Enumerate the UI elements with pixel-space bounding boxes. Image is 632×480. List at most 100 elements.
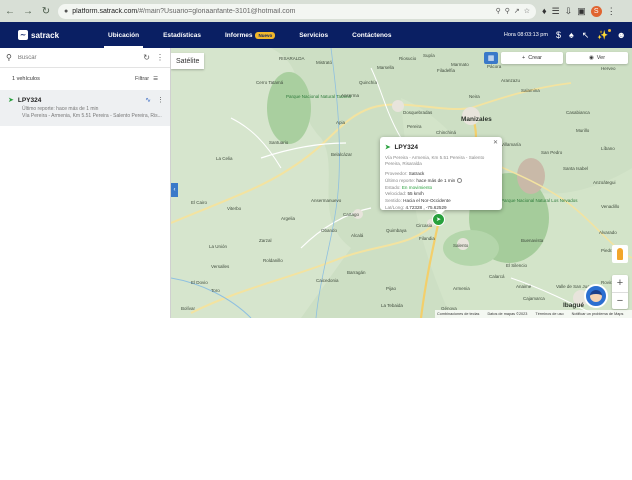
map-label: Armenia <box>453 286 470 291</box>
zoom-out-button[interactable]: − <box>612 291 628 310</box>
row-label: Último reporte: <box>385 178 416 184</box>
row-value: 55 km/h <box>407 191 424 197</box>
filter-icon: ☰ <box>153 76 158 82</box>
search-input[interactable] <box>17 54 138 61</box>
menu-informes[interactable]: Informes Nuevo <box>213 22 287 48</box>
map-view[interactable]: RISARALDA Cerro Tatamá Parque Nacional N… <box>171 48 632 318</box>
map-label: Quimbaya <box>386 228 407 233</box>
satrack-logo[interactable]: ∼ satrack <box>18 30 96 40</box>
plus-icon: + <box>522 55 526 61</box>
menu-contactenos[interactable]: Contáctenos <box>340 22 403 48</box>
menu-label: Estadísticas <box>163 31 201 39</box>
menu-servicios[interactable]: Servicios <box>287 22 340 48</box>
new-badge: Nuevo <box>255 31 276 39</box>
forward-icon[interactable]: → <box>22 5 34 17</box>
satellite-label: Satélite <box>176 57 200 65</box>
map-label: Bolívar <box>181 306 196 311</box>
map-label: Anaime <box>516 284 532 289</box>
attribution-link[interactable]: Notificar un problema de Maps <box>572 312 624 316</box>
map-label: Buenavista <box>521 238 544 243</box>
assistant-avatar[interactable] <box>584 284 608 308</box>
menu-ubicacion[interactable]: Ubicación <box>96 22 151 48</box>
download-icon[interactable]: ⇩ <box>565 6 573 17</box>
filter-button[interactable]: Filtrar ☰ <box>135 76 158 82</box>
map-label: Alcalá <box>351 233 364 238</box>
back-icon[interactable]: ← <box>4 5 16 17</box>
vehicle-menu-icon[interactable]: ⋮ <box>157 96 164 104</box>
logo-text: satrack <box>31 30 60 40</box>
magic-icon[interactable]: ✨ <box>597 28 611 41</box>
refresh-icon[interactable]: ↻ <box>143 53 150 62</box>
close-icon[interactable]: ✕ <box>493 139 498 146</box>
attribution-link[interactable]: Combinaciones de teclas <box>437 312 479 316</box>
layers-icon[interactable]: ▦ <box>484 52 498 64</box>
popup-address: Vía Pereira - Armenia, Km 5.51 Pereira -… <box>385 155 485 167</box>
row-value: Hacia el Nor-Occidente <box>403 198 451 203</box>
map-label: Villamaría <box>501 142 521 147</box>
extensions-icon[interactable]: ♦ <box>542 6 547 16</box>
collapse-sidebar-icon[interactable]: ‹ <box>171 183 178 197</box>
bell-icon[interactable]: ♠ <box>569 30 574 40</box>
url-text[interactable]: platform.satrack.com/#/main?Usuario=glor… <box>72 8 491 15</box>
notification-dot <box>607 28 611 32</box>
menu-estadisticas[interactable]: Estadísticas <box>151 22 213 48</box>
map-label: Manizales <box>461 116 492 123</box>
share-icon[interactable]: ↗ <box>514 7 520 15</box>
search-row: ⚲ ↻ ⋮ <box>0 48 170 68</box>
street-view-pegman-icon[interactable] <box>612 245 628 263</box>
url-path: /#/main?Usuario=gloriaanfante-3101@hotma… <box>137 7 296 15</box>
row-label: Proveedor: <box>385 171 408 177</box>
site-info-icon[interactable]: ● <box>64 8 68 15</box>
map-label: Marmato <box>451 62 469 67</box>
profile-avatar[interactable]: S <box>590 5 602 17</box>
map-label: Santa Isabel <box>563 166 589 171</box>
more-options-icon[interactable]: ⋮ <box>156 53 164 62</box>
map-label: Marsella <box>377 65 395 70</box>
zoom-in-button[interactable]: + <box>612 275 628 292</box>
pointer-icon[interactable]: ↖ <box>582 30 590 41</box>
vehicle-list-item[interactable]: ➤ LPY324 ∿ ⋮ Último reporte: hace más de… <box>0 90 170 126</box>
browser-menu-icon[interactable]: ⋮ <box>607 6 616 17</box>
zoom-icon[interactable]: ⚲ <box>505 7 510 15</box>
map-label: Viterbo <box>227 206 242 211</box>
key-icon[interactable]: ⚲ <box>496 7 501 15</box>
map-label: Apia <box>336 120 346 125</box>
signal-icon[interactable]: ∿ <box>145 96 151 104</box>
attribution-text: Datos de mapas ©2023 <box>487 312 528 316</box>
map-label: Aranzazu <box>501 78 521 83</box>
side-panel-icon[interactable]: ▣ <box>577 6 586 17</box>
popup-row-status: Estado: En movimiento <box>385 185 497 192</box>
main-menu: Ubicación Estadísticas Informes Nuevo Ser… <box>96 22 404 48</box>
reading-list-icon[interactable]: ☰ <box>552 6 560 17</box>
row-value: En movimiento <box>401 184 433 190</box>
vehicle-plate: LPY324 <box>17 96 42 104</box>
map-label: Riosucio <box>399 56 417 61</box>
map-label: Alvarado <box>599 230 617 235</box>
map-label: Circasia <box>416 223 433 228</box>
map-label: La Unión <box>209 244 228 249</box>
map-label: Salamina <box>521 88 540 93</box>
map-label: Cartago <box>343 212 360 217</box>
map-label: Líbano <box>601 146 615 151</box>
vehicle-marker-icon[interactable]: ➤ <box>432 213 445 226</box>
map-label: Cajamarca <box>523 296 545 301</box>
create-label: Crear <box>528 55 542 61</box>
map-label: Barragán <box>347 270 366 275</box>
reload-icon[interactable]: ↻ <box>40 5 52 17</box>
view-button[interactable]: ◉ Ver <box>566 52 628 64</box>
map-label: Calarcá <box>489 274 505 279</box>
dollar-icon[interactable]: $ <box>556 30 561 40</box>
address-bar[interactable]: ● platform.satrack.com/#/main?Usuario=gl… <box>58 3 536 19</box>
row-label: Sentido: <box>385 198 402 203</box>
map-label: Cerro Tatamá <box>256 80 284 85</box>
map-label: Salento <box>453 243 469 248</box>
map-label: San Pedro <box>541 150 563 155</box>
vehicle-count: 1 vehículos <box>12 76 40 82</box>
bookmark-star-icon[interactable]: ☆ <box>524 7 530 15</box>
popup-row-last-report: Último reporte: hace más de 1 min <box>385 178 497 185</box>
attribution-link[interactable]: Términos de uso <box>535 312 563 316</box>
account-icon[interactable]: ☻ <box>617 30 626 40</box>
satellite-toggle[interactable]: Satélite <box>171 53 205 69</box>
row-label: Velocidad: <box>385 191 407 197</box>
create-button[interactable]: + Crear <box>501 52 563 64</box>
